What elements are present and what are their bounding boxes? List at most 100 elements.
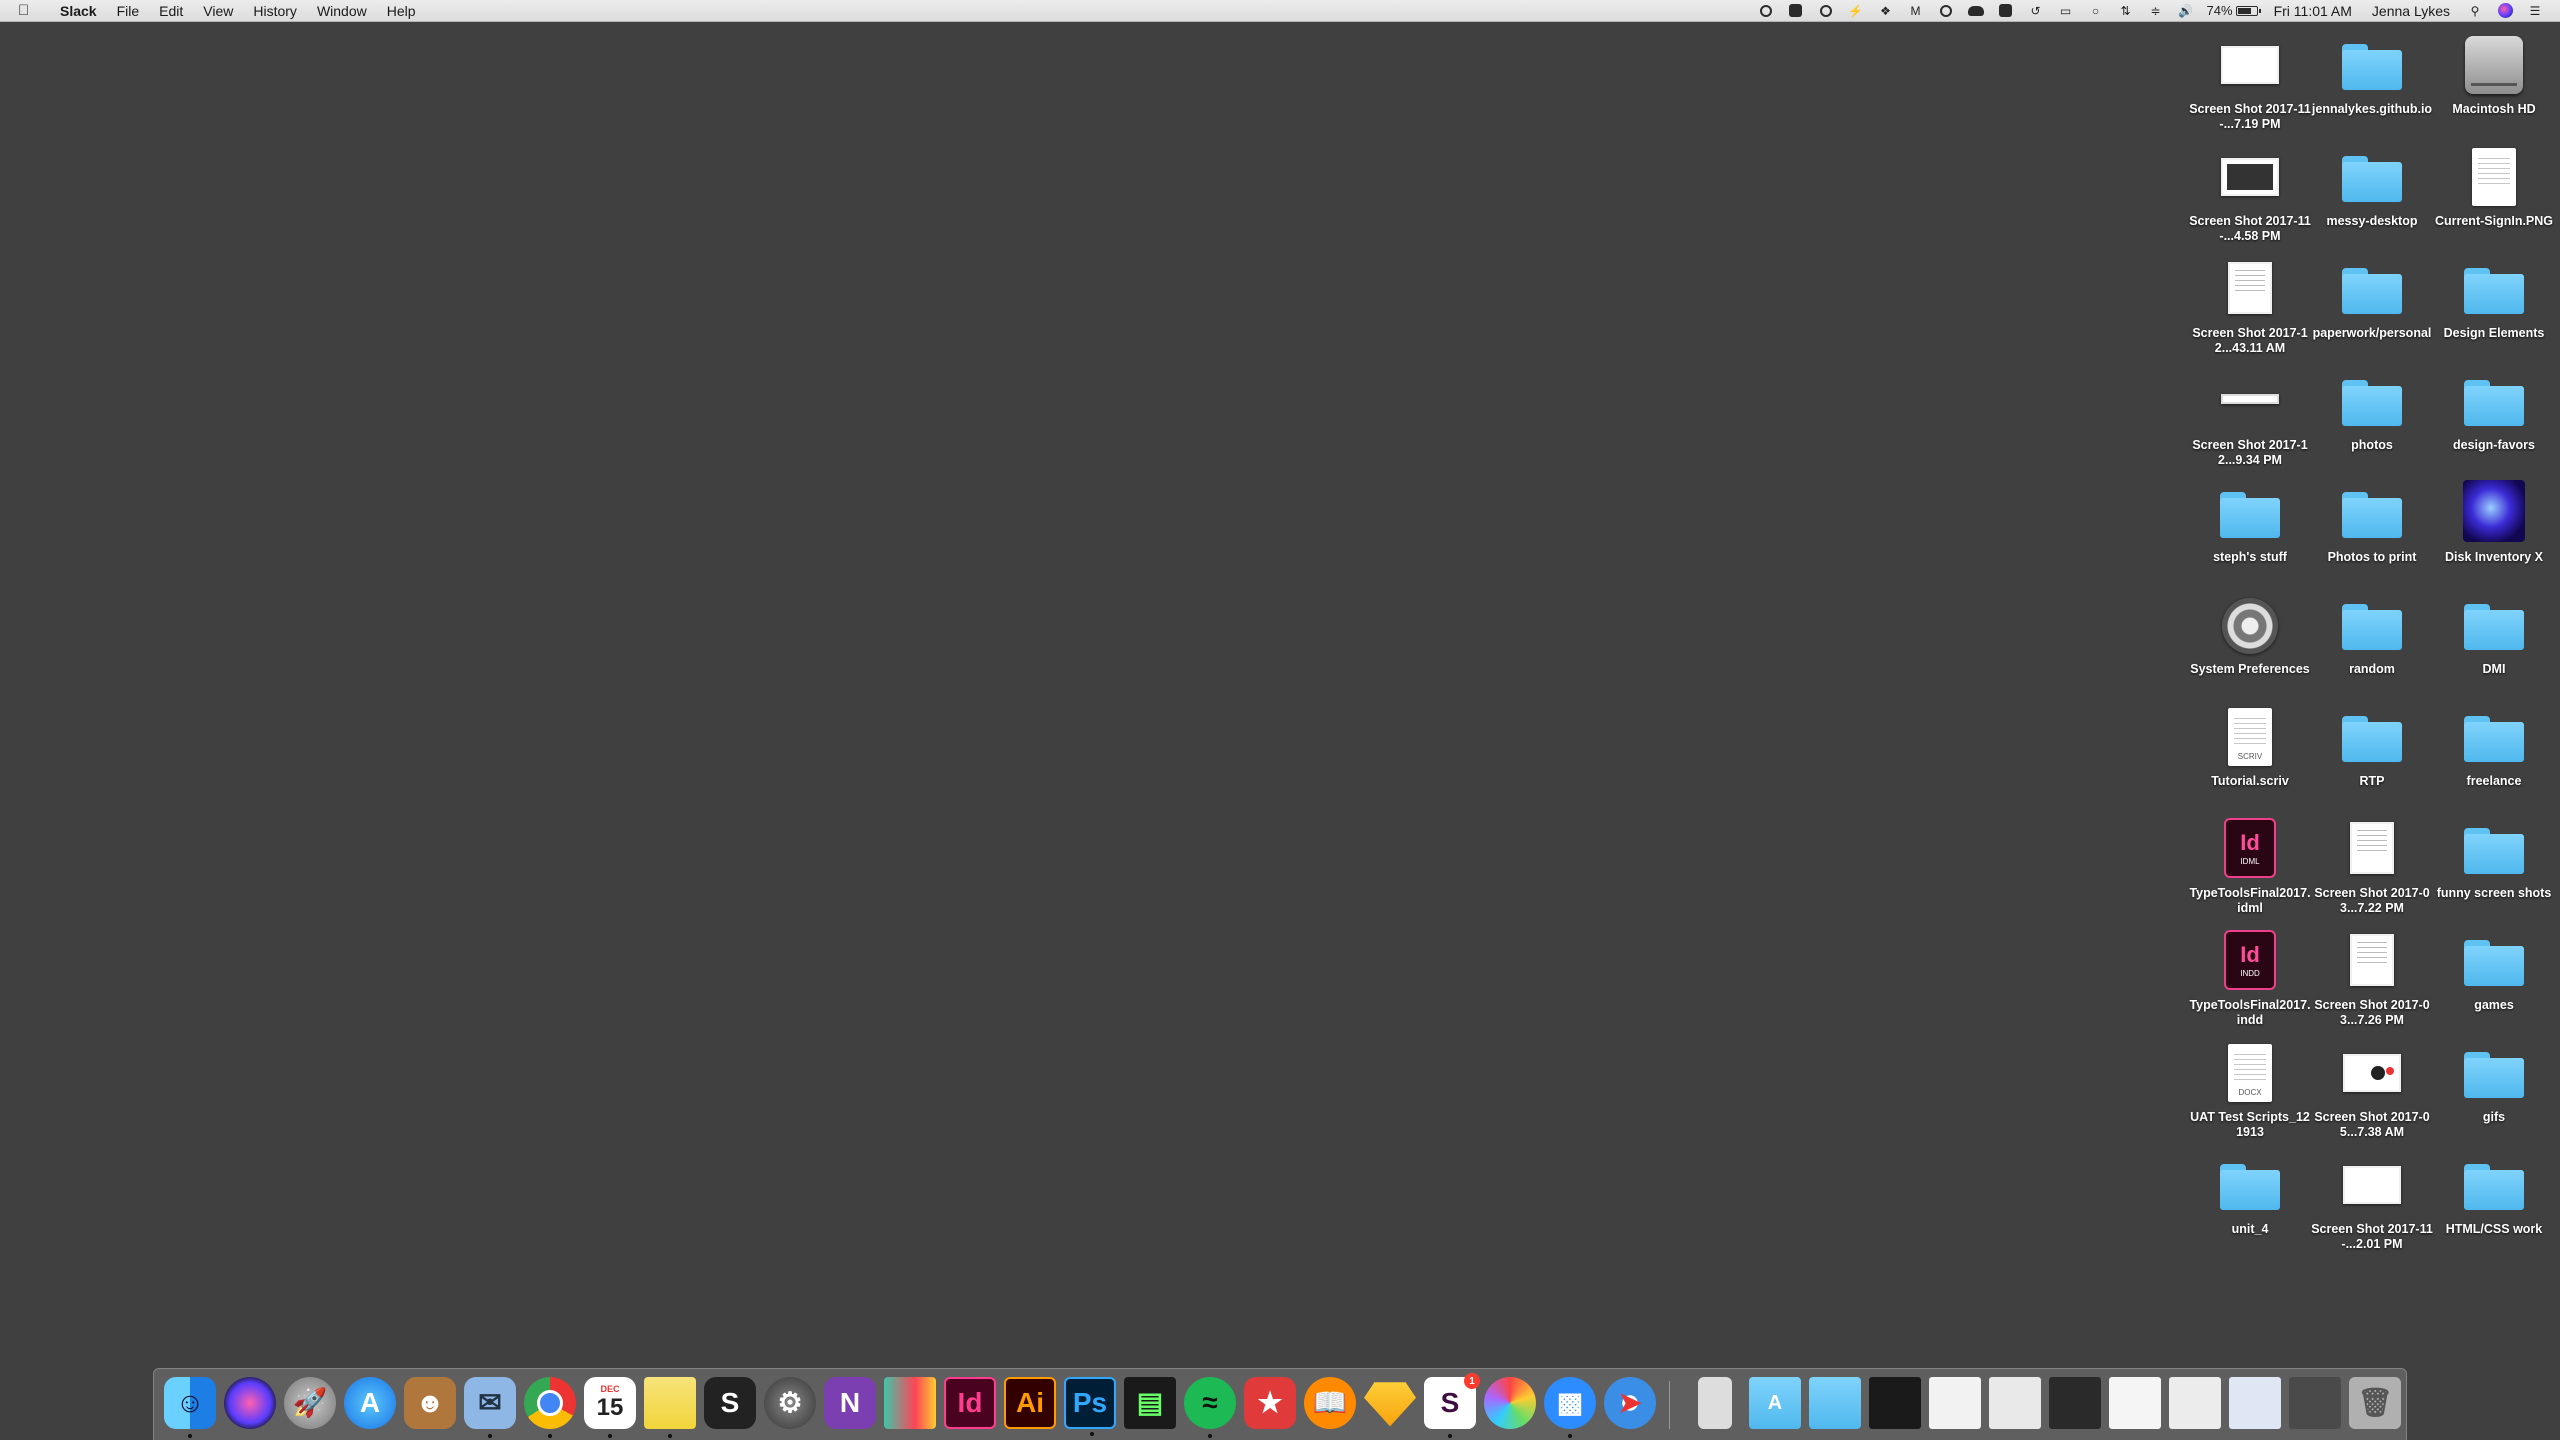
desktop-icon[interactable]: DMI <box>2432 590 2556 698</box>
desktop-icon[interactable]: SCRIV Tutorial.scriv <box>2188 702 2312 810</box>
menu-view[interactable]: View <box>193 0 243 22</box>
system-preferences-dock-icon[interactable]: ⚙ <box>764 1377 816 1429</box>
minimized-window-icon-3[interactable] <box>2049 1377 2101 1429</box>
desktop-icon[interactable]: steph's stuff <box>2188 478 2312 586</box>
minimized-window-icon-4[interactable] <box>2109 1377 2161 1429</box>
transfer-icon[interactable]: ⇅ <box>2117 3 2135 19</box>
desktop-icon[interactable]: freelance <box>2432 702 2556 810</box>
chrome-icon[interactable] <box>524 1377 576 1438</box>
cloud-icon[interactable] <box>1967 3 1985 19</box>
desktop-icon[interactable]: random <box>2310 590 2434 698</box>
activity-monitor-icon[interactable]: ▤ <box>1124 1377 1176 1429</box>
applications-folder-icon[interactable]: A <box>1749 1377 1801 1429</box>
menu-history[interactable]: History <box>243 0 307 22</box>
photos-icon[interactable] <box>1484 1377 1536 1429</box>
bluetooth-icon[interactable]: ○ <box>2087 3 2105 19</box>
folder-icon[interactable] <box>1997 3 2015 19</box>
minimized-window-icon[interactable] <box>1929 1377 1981 1429</box>
desktop-icon[interactable]: Screen Shot 2017-11-...2.01 PM <box>2310 1150 2434 1258</box>
iphone-backup-icon[interactable] <box>1698 1377 1732 1429</box>
screen-record-icon[interactable] <box>1757 3 1775 19</box>
illustrator-icon[interactable]: Ai <box>1004 1377 1056 1429</box>
sketch-icon[interactable] <box>1364 1382 1416 1427</box>
apple-menu-icon[interactable]:  <box>18 0 36 22</box>
desktop-icon[interactable]: Screen Shot 2017-03...7.22 PM <box>2310 814 2434 922</box>
minimized-window-icon-6[interactable] <box>2229 1377 2281 1429</box>
onenote-icon[interactable]: N <box>824 1377 876 1429</box>
desktop-icon[interactable]: Screen Shot 2017-11-...7.19 PM <box>2188 30 2312 138</box>
ibooks-icon[interactable]: 📖 <box>1304 1377 1356 1429</box>
minimized-window-icon-2[interactable] <box>1989 1377 2041 1429</box>
desktop-icon[interactable]: System Preferences <box>2188 590 2312 698</box>
zoom-icon[interactable]: ▩ <box>1544 1377 1596 1438</box>
desktop-icon[interactable]: photos <box>2310 366 2434 474</box>
minimized-window-icon-5[interactable] <box>2169 1377 2221 1429</box>
kaleidoscope-icon[interactable] <box>884 1377 936 1429</box>
siri-dock-icon[interactable] <box>224 1377 276 1429</box>
desktop-icon[interactable]: Id IDML TypeToolsFinal2017.idml <box>2188 814 2312 922</box>
documents-folder-icon[interactable] <box>1809 1377 1861 1429</box>
menu-edit[interactable]: Edit <box>149 0 193 22</box>
desktop-icon[interactable]: Current-SignIn.PNG <box>2432 142 2556 250</box>
siri-icon[interactable] <box>2496 3 2514 19</box>
menu-help[interactable]: Help <box>377 0 426 22</box>
finder-icon[interactable]: ☺ <box>164 1377 216 1438</box>
desktop-icon[interactable]: design-favors <box>2432 366 2556 474</box>
desktop-icon[interactable]: Screen Shot 2017-11-...4.58 PM <box>2188 142 2312 250</box>
notes-icon[interactable] <box>644 1377 696 1438</box>
desktop-icon[interactable]: DOCX UAT Test Scripts_121913 <box>2188 1038 2312 1146</box>
desktop-icon[interactable]: Macintosh HD <box>2432 30 2556 138</box>
gmail-icon[interactable]: M <box>1907 3 1925 19</box>
desktop-icon-label: design-favors <box>2453 438 2535 452</box>
battery-indicator[interactable]: 74% <box>2207 3 2261 19</box>
calendar-icon[interactable]: DEC 15 <box>584 1377 636 1438</box>
gauge-icon[interactable] <box>1937 3 1955 19</box>
scrivener-icon[interactable]: S <box>704 1377 756 1429</box>
menubar-user[interactable]: Jenna Lykes <box>2362 0 2460 22</box>
desktop-icon[interactable]: unit_4 <box>2188 1150 2312 1258</box>
spotlight-search-icon[interactable]: ⚲ <box>2466 3 2484 19</box>
desktop-icon[interactable]: gifs <box>2432 1038 2556 1146</box>
flux-icon[interactable]: ⚡ <box>1847 3 1865 19</box>
menu-file[interactable]: File <box>107 0 150 22</box>
safari-icon[interactable]: ➤ <box>1604 1377 1656 1429</box>
creative-cloud-icon[interactable] <box>1817 3 1835 19</box>
desktop-icon[interactable]: HTML/CSS work <box>2432 1150 2556 1258</box>
volume-icon[interactable]: 🔊 <box>2177 3 2195 19</box>
mail-icon[interactable]: ✉ <box>464 1377 516 1438</box>
spotify-icon[interactable]: ≈ <box>1184 1377 1236 1438</box>
desktop-icon[interactable]: Screen Shot 2017-03...7.26 PM <box>2310 926 2434 1034</box>
menu-app-name[interactable]: Slack <box>50 0 107 22</box>
wifi-icon[interactable]: ≑ <box>2147 3 2165 19</box>
trash-icon[interactable]: 🗑 <box>2349 1377 2401 1429</box>
desktop-icon[interactable]: Disk Inventory X <box>2432 478 2556 586</box>
slack-icon[interactable]: S1 <box>1424 1373 1480 1438</box>
time-machine-icon[interactable]: ↺ <box>2027 3 2045 19</box>
contacts-icon[interactable]: ☻ <box>404 1377 456 1429</box>
menubar-clock[interactable]: Fri 11:01 AM <box>2264 0 2362 22</box>
desktop-icon[interactable]: Screen Shot 2017-12...9.34 PM <box>2188 366 2312 474</box>
desktop-icon[interactable]: jennalykes.github.io <box>2310 30 2434 138</box>
desktop-icon[interactable]: Photos to print <box>2310 478 2434 586</box>
desktop-icon[interactable]: funny screen shots <box>2432 814 2556 922</box>
desktop-icon[interactable]: Id INDD TypeToolsFinal2017.indd <box>2188 926 2312 1034</box>
desktop-icon[interactable]: Screen Shot 2017-12...43.11 AM <box>2188 254 2312 362</box>
desktop-icon[interactable]: messy-desktop <box>2310 142 2434 250</box>
indesign-icon[interactable]: Id <box>944 1377 996 1429</box>
minimized-window-icon-7[interactable] <box>2289 1377 2341 1429</box>
desktop-icon[interactable]: Design Elements <box>2432 254 2556 362</box>
airplay-icon[interactable]: ▭ <box>2057 3 2075 19</box>
photoshop-icon[interactable]: Ps <box>1064 1377 1116 1436</box>
terminal-window-icon[interactable] <box>1869 1377 1921 1429</box>
launchpad-icon[interactable]: 🚀 <box>284 1377 336 1429</box>
desktop-icon[interactable]: Screen Shot 2017-05...7.38 AM <box>2310 1038 2434 1146</box>
desktop-icon[interactable]: RTP <box>2310 702 2434 810</box>
app-store-icon[interactable]: A <box>344 1377 396 1429</box>
wunderlist-icon[interactable]: ★ <box>1244 1377 1296 1429</box>
dropbox-icon[interactable]: ❖ <box>1877 3 1895 19</box>
desktop-icon[interactable]: paperwork/personal <box>2310 254 2434 362</box>
desktop-icon[interactable]: games <box>2432 926 2556 1034</box>
flipboard-icon[interactable] <box>1787 3 1805 19</box>
menu-window[interactable]: Window <box>307 0 377 22</box>
notification-center-icon[interactable]: ☰ <box>2526 3 2544 19</box>
